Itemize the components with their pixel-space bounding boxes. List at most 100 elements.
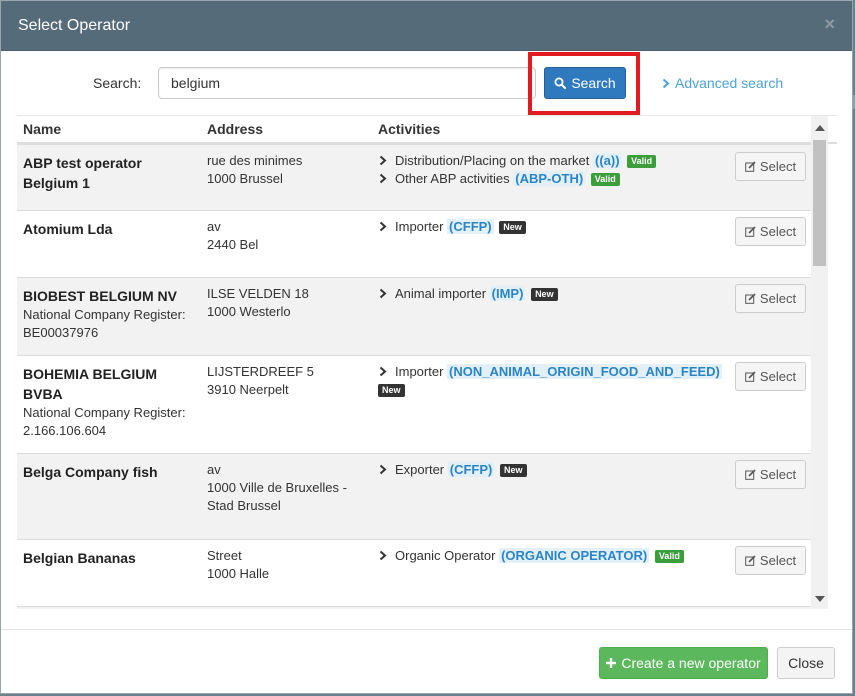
select-button-label: Select	[759, 224, 797, 239]
address-line: 3910 Neerpelt	[207, 382, 289, 397]
address-line: Street	[207, 548, 242, 563]
activity-label: Animal importer	[395, 286, 487, 301]
select-button-label: Select	[759, 369, 797, 384]
chevron-right-icon	[379, 550, 387, 561]
search-input[interactable]	[158, 67, 536, 99]
activity-code: ((a))	[593, 153, 622, 168]
activity-label: Importer	[395, 364, 444, 379]
table-header: Name Address Activities	[17, 116, 837, 144]
activity-item: Animal importer (IMP) New	[378, 285, 723, 303]
operator-address-cell: Street 1000 Halle	[207, 547, 367, 583]
select-button-label: Select	[759, 553, 797, 568]
activity-label: Organic Operator	[395, 548, 496, 563]
operator-name-cell: Atomium Lda	[23, 219, 198, 239]
select-button[interactable]: Select	[735, 460, 806, 489]
operator-name-cell: BIOBEST BELGIUM NV National Company Regi…	[23, 286, 198, 342]
edit-icon	[745, 226, 756, 237]
status-badge: New	[378, 384, 405, 397]
activity-code: (CFFP)	[447, 462, 495, 477]
activity-code: (IMP)	[489, 286, 526, 301]
operator-name-cell: Belga Company fish	[23, 462, 198, 482]
select-button[interactable]: Select	[735, 152, 806, 181]
operator-activities-cell: Importer (CFFP) New	[378, 218, 723, 236]
operator-activities-cell: Importer (NON_ANIMAL_ORIGIN_FOOD_AND_FEE…	[378, 363, 723, 399]
plus-icon	[606, 658, 617, 668]
operator-activities-cell: Exporter (CFFP) New	[378, 461, 723, 479]
close-button[interactable]: Close	[777, 647, 835, 679]
address-line: 1000 Westerlo	[207, 304, 291, 319]
select-button[interactable]: Select	[735, 284, 806, 313]
activity-label: Exporter	[395, 462, 445, 477]
chevron-right-icon	[379, 464, 387, 475]
operator-address-cell: rue des minimes 1000 Brussel	[207, 152, 367, 188]
edit-icon	[745, 371, 756, 382]
operator-registration: National Company Register: BE00037976	[23, 307, 186, 340]
create-operator-label: Create a new operator	[621, 655, 761, 671]
edit-icon	[745, 555, 756, 566]
advanced-search-link[interactable]: Advanced search	[662, 75, 783, 91]
operator-name-cell: BOHEMIA BELGIUM BVBA National Company Re…	[23, 364, 198, 440]
activity-item: Exporter (CFFP) New	[378, 461, 723, 479]
table-row: Belgian Bananas Street 1000 Halle Organi…	[17, 539, 811, 606]
chevron-right-icon	[379, 173, 387, 184]
search-highlight-box	[528, 52, 640, 115]
select-button-label: Select	[759, 291, 797, 306]
activity-item: Distribution/Placing on the market ((a))…	[378, 152, 723, 170]
operator-activities-cell: Animal importer (IMP) New	[378, 285, 723, 303]
operator-address-cell: ILSE VELDEN 18 1000 Westerlo	[207, 285, 367, 321]
select-button[interactable]: Select	[735, 546, 806, 575]
create-operator-button[interactable]: Create a new operator	[599, 647, 768, 679]
search-row: Search: Search Advanced search	[1, 67, 852, 99]
table-row: BIOBEST BELGIUM NV National Company Regi…	[17, 277, 811, 355]
activity-item: Other ABP activities (ABP-OTH) Valid	[378, 170, 723, 188]
operator-name: BOHEMIA BELGIUM BVBA	[23, 366, 158, 402]
column-header-activities: Activities	[378, 121, 441, 137]
address-line: ILSE VELDEN 18	[207, 286, 309, 301]
select-operator-modal: Select Operator × Search: Search Advance…	[0, 0, 853, 694]
chevron-right-icon	[662, 78, 670, 88]
operator-name-cell: ABP test operator Belgium 1	[23, 153, 198, 193]
table-row: BOHEMIA BELGIUM BVBA National Company Re…	[17, 355, 811, 453]
chevron-right-icon	[379, 221, 387, 232]
activity-item: Importer (CFFP) New	[378, 218, 723, 236]
operator-name: ABP test operator Belgium 1	[23, 155, 142, 191]
triangle-up-icon[interactable]	[811, 119, 828, 136]
table-scrollbar[interactable]	[811, 116, 828, 609]
operator-address-cell: av 1000 Ville de Bruxelles - Stad Brusse…	[207, 461, 367, 515]
status-badge: Valid	[590, 173, 620, 186]
status-badge: New	[499, 221, 526, 234]
select-button-label: Select	[759, 159, 797, 174]
address-line: 1000 Halle	[207, 566, 270, 581]
select-button[interactable]: Select	[735, 217, 806, 246]
edit-icon	[745, 161, 756, 172]
activity-label: Distribution/Placing on the market	[395, 153, 590, 168]
address-line: 1000 Brussel	[207, 171, 283, 186]
status-badge: Valid	[654, 550, 684, 563]
activity-code: (CFFP)	[447, 219, 494, 234]
operator-address-cell: LIJSTERDREEF 5 3910 Neerpelt	[207, 363, 367, 399]
edit-icon	[745, 293, 756, 304]
table-body: ABP test operator Belgium 1 rue des mini…	[17, 144, 811, 609]
column-header-name: Name	[23, 121, 62, 137]
table-row-partial	[17, 606, 811, 609]
operator-name: BIOBEST BELGIUM NV	[23, 288, 178, 304]
operator-name-cell: Belgian Bananas	[23, 548, 198, 568]
activity-code: (ABP-OTH)	[513, 171, 586, 186]
operators-table: Name Address Activities ABP test operato…	[17, 115, 837, 609]
activity-code: (ORGANIC OPERATOR)	[499, 548, 650, 563]
activity-code: (NON_ANIMAL_ORIGIN_FOOD_AND_FEED)	[447, 364, 722, 379]
modal-footer: Create a new operator Close	[1, 629, 852, 695]
select-button[interactable]: Select	[735, 362, 806, 391]
close-icon[interactable]: ×	[824, 15, 835, 33]
chevron-right-icon	[379, 155, 387, 166]
column-header-address: Address	[207, 121, 264, 137]
table-row: Atomium Lda av 2440 Bel Importer (CFFP) …	[17, 210, 811, 277]
address-line: 1000 Ville de Bruxelles - Stad Brussel	[207, 480, 347, 513]
operator-registration: National Company Register: 2.166.106.604	[23, 405, 186, 438]
scrollbar-thumb[interactable]	[813, 140, 826, 266]
operator-address-cell: av 2440 Bel	[207, 218, 367, 254]
modal-title: Select Operator	[18, 17, 131, 34]
triangle-down-icon[interactable]	[811, 590, 828, 607]
table-row: Belga Company fish av 1000 Ville de Brux…	[17, 453, 811, 539]
address-line: av	[207, 462, 221, 477]
